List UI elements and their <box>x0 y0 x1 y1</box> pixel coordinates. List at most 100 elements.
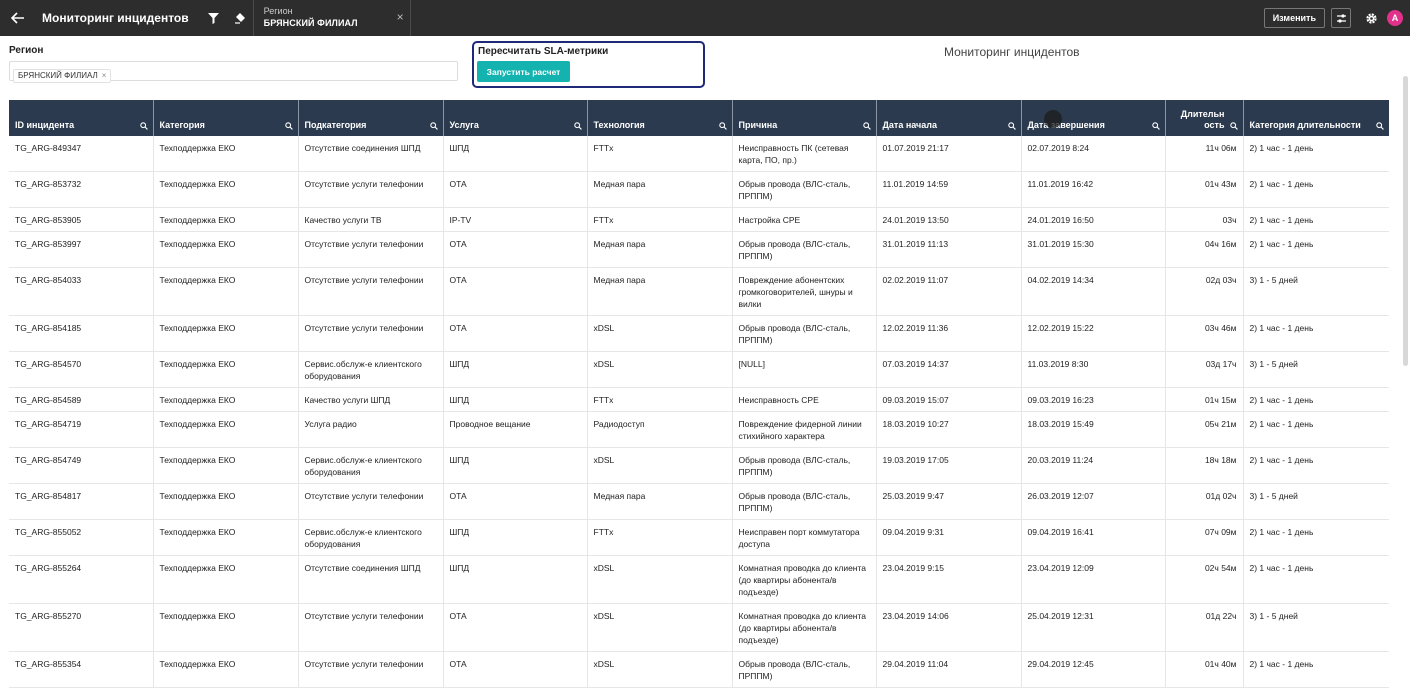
search-icon[interactable] <box>1007 122 1016 130</box>
table-cell: Обрыв провода (ВЛС-сталь, ПРППМ) <box>732 483 877 520</box>
table-cell: 09.03.2019 15:07 <box>876 387 1022 412</box>
table-cell: 02д 03ч <box>1165 267 1244 316</box>
search-icon[interactable] <box>1376 122 1384 130</box>
table-cell: 01.07.2019 21:17 <box>876 136 1022 172</box>
search-icon[interactable] <box>429 122 438 130</box>
column-header-label: Технология <box>593 120 645 130</box>
table-cell: 12.02.2019 15:22 <box>1021 315 1166 352</box>
close-icon[interactable]: × <box>397 10 404 24</box>
table-cell: Техподдержка ЕКО <box>153 483 299 520</box>
search-icon[interactable] <box>1229 122 1238 130</box>
table-cell: TG_ARG-855354 <box>9 651 154 688</box>
table-row[interactable]: TG_ARG-854589 Техподдержка ЕКО Качество ус… <box>9 387 1389 412</box>
table-cell: Отсутствие услуги телефонии <box>298 483 444 520</box>
table-cell: Отсутствие услуги телефонии <box>298 651 444 688</box>
table-cell: FTTx <box>587 136 733 172</box>
table-cell: TG_ARG-855264 <box>9 555 154 604</box>
table-cell: TG_ARG-854749 <box>9 447 154 484</box>
table-row[interactable]: TG_ARG-854570 Техподдержка ЕКО Сервис.обсл… <box>9 351 1389 388</box>
table-row[interactable]: TG_ARG-854817 Техподдержка ЕКО Отсутствие … <box>9 483 1389 520</box>
table-cell: FTTx <box>587 519 733 556</box>
region-tag[interactable]: БРЯНСКИЙ ФИЛИАЛ × <box>13 68 112 83</box>
column-header[interactable]: Длительн ость <box>1165 100 1244 136</box>
table-row[interactable]: TG_ARG-855270 Техподдержка ЕКО Отсутствие … <box>9 603 1389 652</box>
column-header-label: ID инцидента <box>15 120 75 130</box>
column-header[interactable]: Технология <box>587 100 733 136</box>
table-cell: ОТА <box>443 315 588 352</box>
table-cell: 2) 1 час - 1 день <box>1243 555 1389 604</box>
clear-filter-icon[interactable] <box>227 0 253 36</box>
column-header-label: Дата начала <box>882 120 938 130</box>
search-icon[interactable] <box>284 122 293 130</box>
table-cell: TG_ARG-854185 <box>9 315 154 352</box>
table-cell: Комнатная проводка до клиента (до кварти… <box>732 555 877 604</box>
table-cell: 07ч 09м <box>1165 519 1244 556</box>
column-header[interactable]: Категория <box>153 100 299 136</box>
table-row[interactable]: TG_ARG-853905 Техподдержка ЕКО Качество ус… <box>9 207 1389 232</box>
scrollbar[interactable] <box>1400 36 1410 690</box>
filter-icon[interactable] <box>201 0 227 36</box>
close-icon[interactable]: × <box>102 71 107 80</box>
table-row[interactable]: TG_ARG-854033 Техподдержка ЕКО Отсутствие … <box>9 267 1389 316</box>
table-cell: ОТА <box>443 171 588 208</box>
table-cell: Неисправность ПК (сетевая карта, ПО, пр.… <box>732 136 877 172</box>
table-cell: Качество услуги ТВ <box>298 207 444 232</box>
gear-icon[interactable] <box>1361 8 1381 28</box>
table-cell: 02.07.2019 8:24 <box>1021 136 1166 172</box>
column-header[interactable]: Услуга <box>443 100 588 136</box>
table-row[interactable]: TG_ARG-849347 Техподдержка ЕКО Отсутствие … <box>9 136 1389 172</box>
column-header-label: Категория длительности <box>1249 120 1361 130</box>
column-header[interactable]: Категория длительности <box>1243 100 1389 136</box>
search-icon[interactable] <box>862 122 871 130</box>
table-row[interactable]: TG_ARG-854749 Техподдержка ЕКО Сервис.обсл… <box>9 447 1389 484</box>
table-cell: Отсутствие услуги телефонии <box>298 315 444 352</box>
settings-sliders-icon[interactable] <box>1331 8 1351 28</box>
table-row[interactable]: TG_ARG-854185 Техподдержка ЕКО Отсутствие … <box>9 315 1389 352</box>
filter-chip-value: БРЯНСКИЙ ФИЛИАЛ <box>263 18 358 28</box>
table-row[interactable]: TG_ARG-855264 Техподдержка ЕКО Отсутствие … <box>9 555 1389 604</box>
table-cell: 26.03.2019 12:07 <box>1021 483 1166 520</box>
region-tag-label: БРЯНСКИЙ ФИЛИАЛ <box>18 71 98 80</box>
column-header[interactable]: Причина <box>732 100 877 136</box>
table-row[interactable]: TG_ARG-855052 Техподдержка ЕКО Сервис.обсл… <box>9 519 1389 556</box>
search-icon[interactable] <box>1151 122 1160 130</box>
table-cell: Обрыв провода (ВЛС-сталь, ПРППМ) <box>732 231 877 268</box>
table-cell: TG_ARG-853997 <box>9 231 154 268</box>
table-cell: xDSL <box>587 603 733 652</box>
search-icon[interactable] <box>139 122 148 130</box>
search-icon[interactable] <box>573 122 582 130</box>
run-calculation-button[interactable]: Запустить расчет <box>477 61 570 82</box>
table-cell: TG_ARG-854719 <box>9 411 154 448</box>
region-filter-chip[interactable]: Регион БРЯНСКИЙ ФИЛИАЛ × <box>260 0 410 36</box>
table-cell: Обрыв провода (ВЛС-сталь, ПРППМ) <box>732 651 877 688</box>
search-icon[interactable] <box>718 122 727 130</box>
table-cell: FTTx <box>587 207 733 232</box>
table-cell: Техподдержка ЕКО <box>153 519 299 556</box>
column-header[interactable]: Подкатегория <box>298 100 444 136</box>
change-button[interactable]: Изменить <box>1263 8 1325 28</box>
table-row[interactable]: TG_ARG-853732 Техподдержка ЕКО Отсутствие … <box>9 171 1389 208</box>
column-header[interactable]: ID инцидента <box>9 100 154 136</box>
table-cell: TG_ARG-853905 <box>9 207 154 232</box>
table-row[interactable]: TG_ARG-854719 Техподдержка ЕКО Услуга ради… <box>9 411 1389 448</box>
table-row[interactable]: TG_ARG-855354 Техподдержка ЕКО Отсутствие … <box>9 651 1389 688</box>
table-cell: 18ч 18м <box>1165 447 1244 484</box>
table-cell: Медная пара <box>587 267 733 316</box>
table-cell: Сервис.обслуж-е клиентского оборудования <box>298 519 444 556</box>
table-cell: 2) 1 час - 1 день <box>1243 651 1389 688</box>
table-cell: 24.01.2019 13:50 <box>876 207 1022 232</box>
region-select[interactable]: БРЯНСКИЙ ФИЛИАЛ × <box>9 61 458 83</box>
table-cell: Сервис.обслуж-е клиентского оборудования <box>298 447 444 484</box>
table-row[interactable]: TG_ARG-853997 Техподдержка ЕКО Отсутствие … <box>9 231 1389 268</box>
column-header[interactable]: Дата завершения <box>1021 100 1166 136</box>
table-cell: Обрыв провода (ВЛС-сталь, ПРППМ) <box>732 315 877 352</box>
table-cell: Техподдержка ЕКО <box>153 207 299 232</box>
table-cell: 2) 1 час - 1 день <box>1243 207 1389 232</box>
column-header[interactable]: Дата начала <box>876 100 1022 136</box>
scrollbar-thumb[interactable] <box>1403 76 1408 366</box>
table-cell: Техподдержка ЕКО <box>153 387 299 412</box>
avatar[interactable]: A <box>1387 10 1403 26</box>
back-arrow-icon[interactable] <box>0 0 36 36</box>
table-cell: 11.03.2019 8:30 <box>1021 351 1166 388</box>
table-cell: Медная пара <box>587 231 733 268</box>
